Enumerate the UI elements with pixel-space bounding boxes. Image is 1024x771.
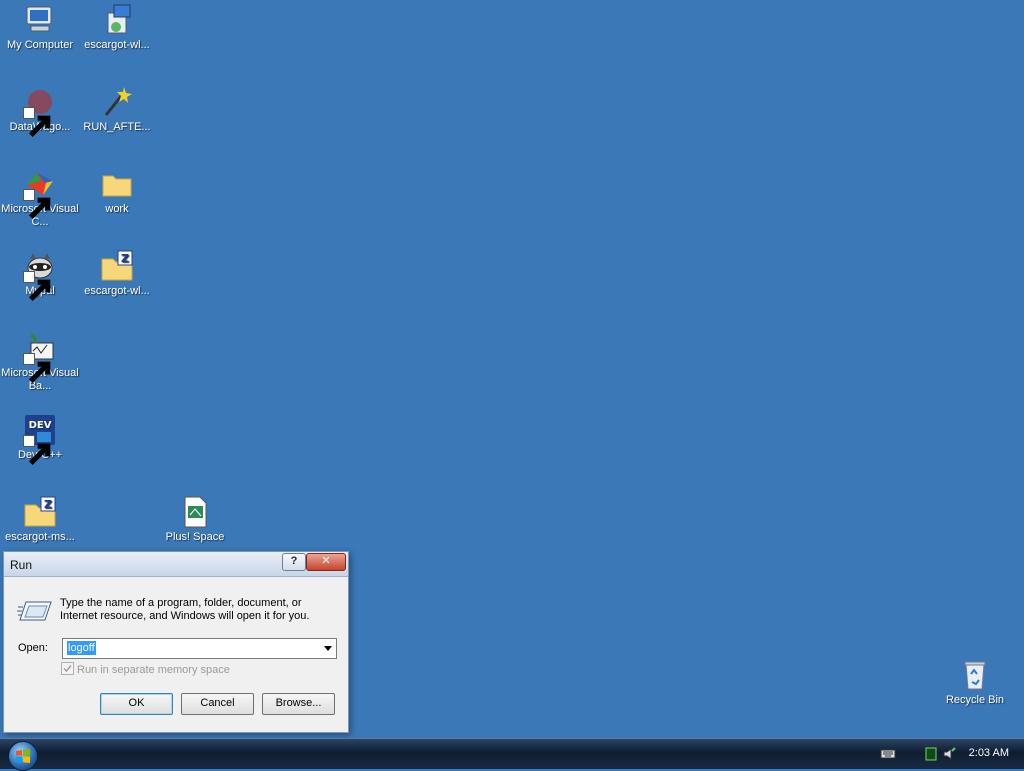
desktop-icon-label: My Computer	[6, 39, 74, 51]
run-icon	[17, 598, 53, 624]
dev-cpp-icon: DEV	[23, 413, 57, 466]
dialog-title: Run	[10, 558, 33, 572]
dialog-titlebar[interactable]: Run ? ✕	[4, 552, 348, 577]
zip-folder-icon: Z	[23, 495, 57, 529]
desktop-icon-run-afte[interactable]: RUN_AFTE...	[78, 85, 156, 134]
speaker-icon[interactable]	[942, 747, 956, 761]
start-button[interactable]	[8, 741, 38, 771]
svg-text:Z: Z	[44, 498, 52, 511]
open-label: Open:	[18, 642, 48, 654]
recycle-bin-icon	[958, 658, 992, 692]
cancel-button[interactable]: Cancel	[181, 693, 254, 715]
chevron-down-icon[interactable]	[324, 646, 332, 651]
shortcut-arrow-icon	[23, 353, 51, 384]
zip-folder-icon: Z	[100, 249, 134, 283]
separate-memory-label: Run in separate memory space	[77, 664, 230, 676]
desktop-icon-label: escargot-wl...	[84, 285, 150, 297]
separate-memory-option: Run in separate memory space	[61, 662, 230, 676]
shortcut-arrow-icon	[23, 271, 51, 302]
system-clock[interactable]: 2:03 AM	[969, 747, 1009, 759]
run-dialog: Run ? ✕ Type the name of a program, fold…	[3, 551, 349, 733]
desktop-icon-label: RUN_AFTE...	[83, 121, 151, 133]
dialog-description: Type the name of a program, folder, docu…	[60, 597, 310, 622]
desktop-icon-label: work	[105, 203, 129, 215]
visual-cpp-icon	[23, 167, 57, 220]
separate-memory-checkbox	[61, 662, 74, 675]
desktop-icon-escargot-wl-1[interactable]: escargot-wl...	[78, 3, 156, 52]
mypal-raccoon-icon	[23, 249, 57, 302]
desktop-icon-recycle-bin[interactable]: Recycle Bin	[936, 658, 1014, 707]
open-combobox[interactable]: logoff	[62, 638, 337, 659]
svg-text:Z: Z	[121, 252, 129, 265]
desktop-icon-mypal[interactable]: Mypal	[1, 249, 79, 302]
desktop-icon-escargot-ms[interactable]: Z escargot-ms...	[1, 495, 79, 544]
datawagon-icon	[23, 85, 57, 138]
desktop-icon-label: Plus! Space	[165, 531, 225, 543]
network-status-icon[interactable]	[925, 747, 937, 761]
magic-wand-icon	[100, 85, 134, 119]
shortcut-arrow-icon	[23, 189, 51, 220]
desktop-icon-my-computer[interactable]: My Computer	[1, 3, 79, 52]
taskbar: 2:03 AM	[0, 738, 1024, 771]
desktop-icon-escargot-wl-2[interactable]: Z escargot-wl...	[78, 249, 156, 298]
desktop-icon-label: escargot-wl...	[84, 39, 150, 51]
desktop-icon-microsoft-visual-basic[interactable]: Microsoft Visual Ba...	[1, 331, 79, 393]
ok-button[interactable]: OK	[100, 693, 173, 715]
desktop-icon-label: Recycle Bin	[945, 694, 1005, 706]
help-button[interactable]: ?	[282, 553, 306, 571]
windows-logo-icon	[16, 749, 30, 763]
visual-basic-icon	[23, 331, 57, 384]
folder-icon	[100, 167, 134, 201]
computer-icon	[23, 3, 57, 37]
close-button[interactable]: ✕	[306, 553, 346, 571]
shortcut-arrow-icon	[23, 435, 51, 466]
svg-text:DEV: DEV	[29, 420, 52, 431]
desktop-icon-microsoft-visual-c[interactable]: Microsoft Visual C...	[1, 167, 79, 229]
desktop-icon-label: escargot-ms...	[5, 531, 75, 543]
desktop-icon-work[interactable]: work	[78, 167, 156, 216]
screensaver-file-icon	[178, 495, 212, 529]
desktop-icon-plus-space[interactable]: Plus! Space	[156, 495, 234, 544]
desktop-icon-datawagon[interactable]: DataWago...	[1, 85, 79, 138]
desktop-icon-dev-cpp[interactable]: DEV Dev-C++	[1, 413, 79, 466]
keyboard-icon[interactable]	[880, 747, 896, 761]
browse-button[interactable]: Browse...	[262, 693, 335, 715]
installer-icon	[100, 3, 134, 37]
open-input-value[interactable]: logoff	[67, 641, 96, 655]
shortcut-arrow-icon	[23, 107, 51, 138]
